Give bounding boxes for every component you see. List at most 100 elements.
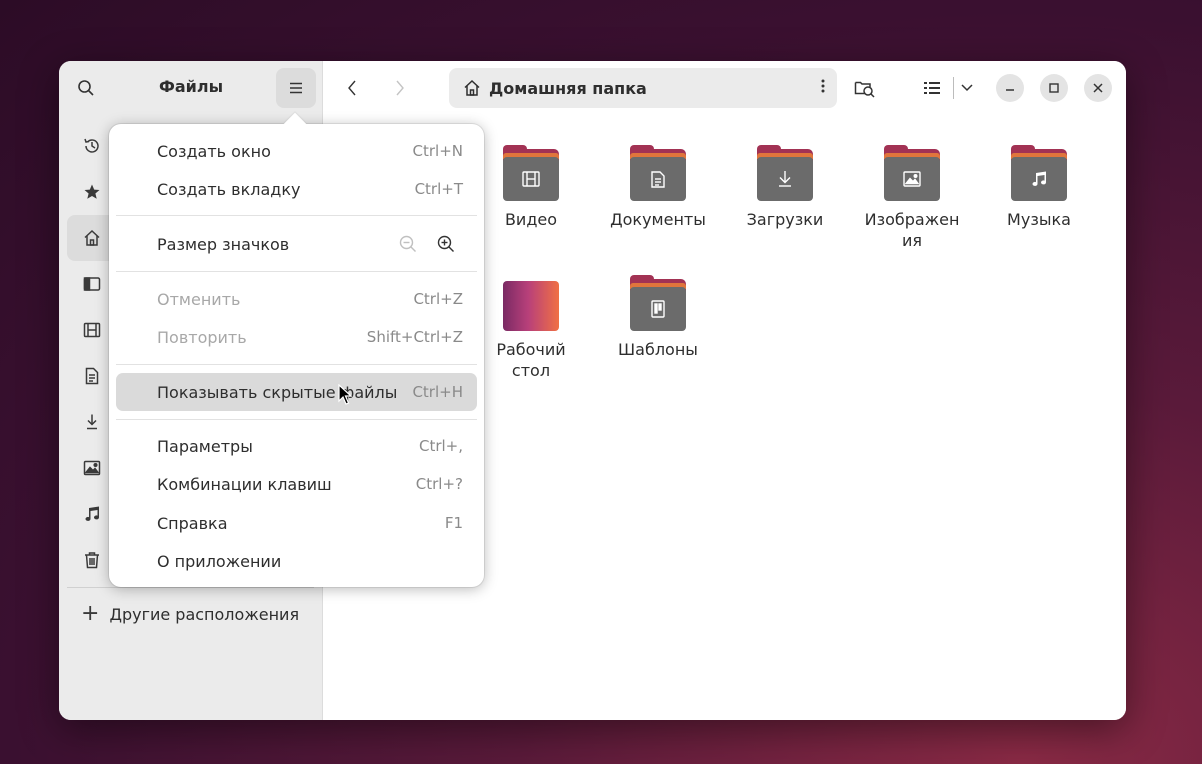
menu-item-label: Показывать скрытые файлы <box>157 382 398 402</box>
download-icon <box>779 171 791 187</box>
menu-separator <box>116 364 477 365</box>
main-menu-popover: Создать окно Ctrl+N Создать вкладку Ctrl… <box>109 112 484 587</box>
menu-item-label: Размер значков <box>157 234 290 254</box>
menu-item-preferences[interactable]: Параметры Ctrl+, <box>116 427 477 465</box>
app-title: Файлы <box>158 77 224 96</box>
search-folder-button[interactable] <box>845 68 885 108</box>
zoom-in-icon[interactable] <box>437 235 455 253</box>
file-item-desktop[interactable]: Рабочий стол <box>471 279 591 381</box>
minimize-button[interactable] <box>996 74 1024 102</box>
menu-item-label: Параметры <box>157 436 253 456</box>
file-name: Загрузки <box>746 210 824 229</box>
menu-separator <box>116 271 477 272</box>
menu-item-label: Комбинации клавиш <box>157 474 332 494</box>
menu-item-undo[interactable]: Отменить Ctrl+Z <box>116 280 477 318</box>
trash-icon <box>85 552 99 569</box>
file-name: Рабочий стол <box>496 340 566 380</box>
chevron-left-icon <box>348 80 356 96</box>
file-item-music[interactable]: Музыка <box>979 145 1099 230</box>
menu-item-label: Повторить <box>157 327 247 347</box>
other-locations-label: Другие расположения <box>109 604 300 624</box>
menu-item-shortcut: Ctrl+N <box>412 142 463 160</box>
folder-menu-button[interactable] <box>821 78 825 94</box>
file-item-documents[interactable]: Документы <box>598 145 718 230</box>
header-bar: Домашняя папка <box>324 61 1126 115</box>
menu-separator <box>116 215 477 216</box>
menu-item-help[interactable]: Справка F1 <box>116 504 477 542</box>
zoom-out-icon[interactable] <box>399 235 417 253</box>
maximize-button[interactable] <box>1040 74 1068 102</box>
close-button[interactable] <box>1084 74 1112 102</box>
menu-item-label: Отменить <box>157 289 241 309</box>
current-folder-label: Домашняя папка <box>489 78 647 98</box>
hamburger-icon <box>290 82 302 94</box>
menu-separator <box>116 419 477 420</box>
menu-item-shortcut: Ctrl+H <box>412 383 463 401</box>
document-icon <box>85 367 99 385</box>
menu-item-shortcut: F1 <box>444 514 463 532</box>
star-icon <box>84 184 100 199</box>
folder-icon <box>757 145 813 201</box>
search-icon <box>78 80 94 96</box>
sidebar-item-other-locations[interactable]: + Другие расположения <box>81 603 299 625</box>
menu-item-label: Справка <box>157 513 228 533</box>
folder-icon <box>503 145 559 201</box>
file-item-images[interactable]: Изображен ия <box>852 145 972 251</box>
menu-item-shortcut: Ctrl+T <box>414 180 463 198</box>
file-name: Документы <box>610 210 706 229</box>
file-item-downloads[interactable]: Загрузки <box>725 145 845 230</box>
maximize-icon <box>1049 83 1059 93</box>
menu-item-redo[interactable]: Повторить Shift+Ctrl+Z <box>116 318 477 356</box>
video-icon <box>522 171 540 187</box>
menu-item-label: Создать окно <box>157 141 271 161</box>
home-icon <box>84 229 100 246</box>
minimize-icon <box>1006 89 1014 91</box>
chevron-right-icon <box>396 80 404 96</box>
menu-item-new-tab[interactable]: Создать вкладку Ctrl+T <box>116 170 477 208</box>
chevron-down-icon <box>961 84 973 92</box>
folder-icon <box>1011 145 1067 201</box>
file-item-video[interactable]: Видео <box>471 145 591 230</box>
back-button[interactable] <box>332 68 372 108</box>
sidebar-header: Файлы <box>59 61 323 115</box>
folder-icon <box>630 275 686 331</box>
folder-icon <box>884 145 940 201</box>
main-menu-button[interactable] <box>276 68 316 108</box>
list-view-button[interactable] <box>912 68 952 108</box>
view-options-button[interactable] <box>947 68 987 108</box>
image-icon <box>83 460 101 476</box>
file-item-templates[interactable]: Шаблоны <box>598 275 718 360</box>
sidebar-separator <box>67 587 314 588</box>
menu-item-label: О приложении <box>157 551 282 571</box>
download-icon <box>87 414 97 430</box>
video-icon <box>83 322 101 338</box>
menu-item-shortcut: Ctrl+? <box>415 475 463 493</box>
music-icon <box>85 506 99 521</box>
file-name: Изображен ия <box>864 210 960 250</box>
home-icon <box>463 79 481 97</box>
menu-item-about[interactable]: О приложении <box>116 542 477 580</box>
zoom-controls <box>399 235 455 253</box>
plus-icon: + <box>81 601 100 626</box>
folder-icon <box>630 145 686 201</box>
file-name: Музыка <box>1007 210 1071 229</box>
music-icon <box>1032 171 1046 186</box>
menu-item-keyboard-shortcuts[interactable]: Комбинации клавиш Ctrl+? <box>116 465 477 503</box>
more-vertical-icon <box>821 79 825 93</box>
folder-search-icon <box>854 81 875 98</box>
search-button[interactable] <box>66 68 106 108</box>
template-icon <box>651 300 665 318</box>
file-name: Видео <box>504 210 558 229</box>
menu-item-show-hidden[interactable]: Показывать скрытые файлы Ctrl+H <box>116 373 477 411</box>
desktop-icon <box>83 277 101 291</box>
path-bar[interactable]: Домашняя папка <box>449 68 837 108</box>
list-view-icon <box>924 82 940 94</box>
forward-button[interactable] <box>380 68 420 108</box>
menu-item-icon-size: Размер значков <box>116 225 477 263</box>
folder-icon <box>503 279 559 331</box>
image-icon <box>903 171 921 187</box>
menu-item-shortcut: Shift+Ctrl+Z <box>366 328 463 346</box>
menu-item-new-window[interactable]: Создать окно Ctrl+N <box>116 132 477 170</box>
mouse-cursor-icon <box>338 384 352 405</box>
file-name: Шаблоны <box>618 340 698 359</box>
